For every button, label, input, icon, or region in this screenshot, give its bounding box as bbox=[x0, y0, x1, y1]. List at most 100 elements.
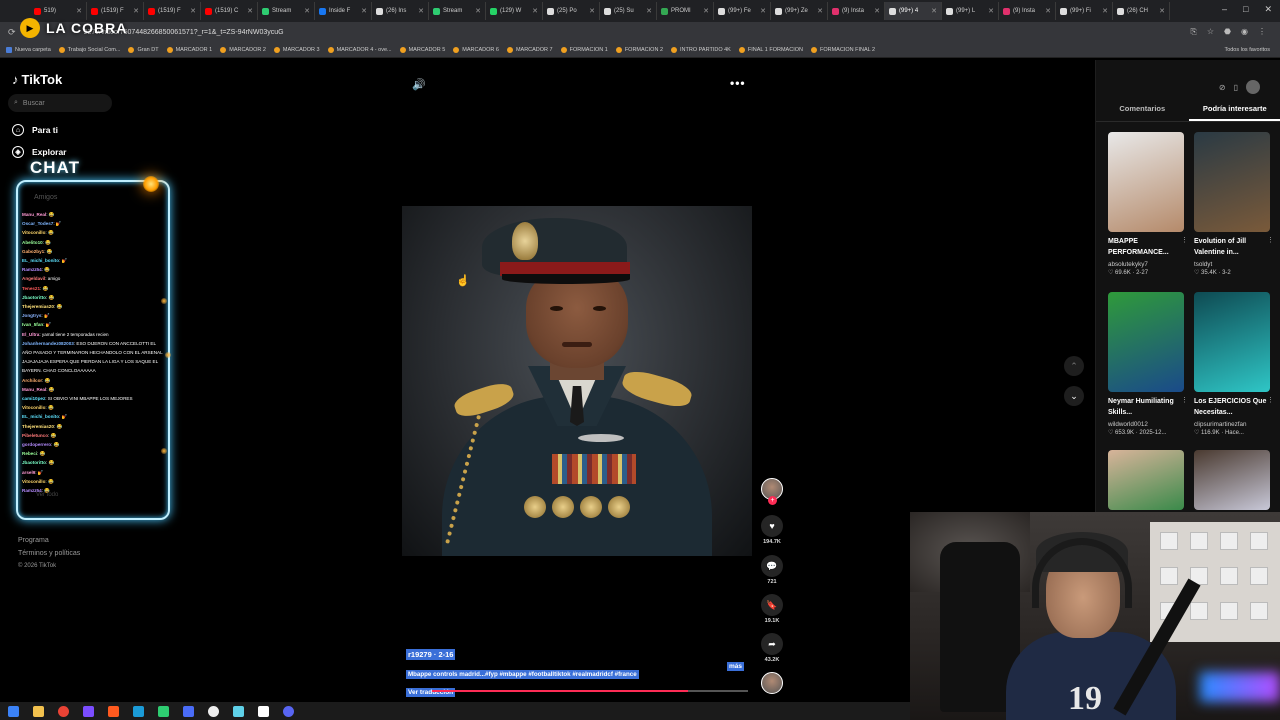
video-thumbnail[interactable] bbox=[1194, 132, 1270, 232]
close-tab-icon[interactable]: ✕ bbox=[76, 7, 82, 15]
video-progress-bar[interactable] bbox=[432, 690, 748, 692]
card-more-icon[interactable]: ⋮ bbox=[1267, 396, 1274, 404]
bookmark-item[interactable]: Gran DT bbox=[128, 46, 159, 53]
close-tab-icon[interactable]: ✕ bbox=[988, 7, 994, 15]
close-tab-icon[interactable]: ✕ bbox=[589, 7, 595, 15]
bookmark-item[interactable]: MARCADOR 5 bbox=[399, 46, 445, 53]
browser-tab[interactable]: Stream ✕ bbox=[258, 2, 315, 20]
volume-icon[interactable]: 🔊 bbox=[412, 78, 426, 91]
chrome-icon[interactable] bbox=[58, 705, 69, 717]
like-button[interactable]: ♥ 194.7K bbox=[760, 515, 784, 545]
app-icon[interactable] bbox=[83, 705, 94, 717]
bookmark-item[interactable]: MARCADOR 3 bbox=[273, 46, 320, 53]
reload-icon[interactable]: ⟳ bbox=[8, 27, 16, 38]
bookmark-item[interactable]: MARCADOR 1 bbox=[166, 46, 212, 53]
browser-tab[interactable]: (25) Su ✕ bbox=[600, 2, 657, 20]
browser-tab[interactable]: (26) Ins ✕ bbox=[372, 2, 429, 20]
program-link[interactable]: Programa bbox=[18, 534, 80, 547]
close-tab-icon[interactable]: ✕ bbox=[475, 7, 481, 15]
install-icon[interactable]: ⎘ bbox=[1190, 27, 1196, 37]
bookmark-item[interactable]: MARCADOR 2 bbox=[220, 46, 266, 53]
suggested-video-card[interactable] bbox=[1108, 450, 1184, 510]
app-icon[interactable] bbox=[233, 705, 244, 717]
start-icon[interactable] bbox=[8, 705, 19, 717]
suggested-video-card[interactable]: Evolution of Jill Valentine in... tsoldyt… bbox=[1194, 132, 1274, 276]
sidebar-item-for-you[interactable]: ⌂ Para ti bbox=[12, 124, 58, 136]
terms-link[interactable]: Términos y políticas bbox=[18, 547, 80, 560]
more-options-icon[interactable]: ••• bbox=[730, 76, 746, 90]
close-tab-icon[interactable]: ✕ bbox=[760, 7, 766, 15]
bookmark-item[interactable]: FORMACION 2 bbox=[615, 46, 663, 53]
browser-tab[interactable]: (26) CH ✕ bbox=[1113, 2, 1170, 20]
close-tab-icon[interactable]: ✕ bbox=[1102, 7, 1108, 15]
bookmark-item[interactable]: Trabajo Social Com... bbox=[58, 46, 120, 53]
close-tab-icon[interactable]: ✕ bbox=[247, 7, 253, 15]
browser-tab[interactable]: (1519) F ✕ bbox=[144, 2, 201, 20]
close-tab-icon[interactable]: ✕ bbox=[874, 7, 880, 15]
previous-video-button[interactable]: ⌃ bbox=[1064, 356, 1084, 376]
browser-tab[interactable]: (9) Insta ✕ bbox=[828, 2, 885, 20]
browser-tab[interactable]: (99+) Fi ✕ bbox=[1056, 2, 1113, 20]
profile-avatar[interactable] bbox=[1246, 80, 1260, 94]
minimize-icon[interactable]: – bbox=[1222, 4, 1227, 15]
browser-tab[interactable]: Inside F ✕ bbox=[315, 2, 372, 20]
close-tab-icon[interactable]: ✕ bbox=[133, 7, 139, 15]
bookmark-item[interactable]: MARCADOR 7 bbox=[506, 46, 553, 53]
see-all-link[interactable]: Ver todo bbox=[36, 492, 58, 498]
all-favorites-link[interactable]: Todos los favoritos bbox=[1224, 47, 1270, 53]
bookmark-item[interactable]: Nueva carpeta bbox=[6, 46, 51, 53]
comment-button[interactable]: 💬 721 bbox=[760, 555, 784, 585]
close-tab-icon[interactable]: ✕ bbox=[931, 7, 937, 15]
tiktok-logo[interactable]: ♪ TikTok bbox=[12, 72, 62, 87]
video-player[interactable] bbox=[402, 206, 752, 556]
device-icon[interactable]: ▯ bbox=[1234, 83, 1238, 92]
music-disc-button[interactable] bbox=[760, 672, 784, 694]
close-tab-icon[interactable]: ✕ bbox=[304, 7, 310, 15]
video-thumbnail[interactable] bbox=[1108, 450, 1184, 510]
card-title[interactable]: Neymar Humiliating Skills... bbox=[1108, 396, 1184, 420]
app-icon[interactable] bbox=[158, 705, 169, 717]
maximize-icon[interactable]: □ bbox=[1243, 4, 1248, 15]
follow-plus-icon[interactable]: + bbox=[768, 496, 777, 505]
close-tab-icon[interactable]: ✕ bbox=[1159, 7, 1165, 15]
suggested-video-card[interactable]: Neymar Humiliating Skills... wildworld001… bbox=[1108, 292, 1188, 436]
card-title[interactable]: Los EJERCICIOS Que Necesitas... bbox=[1194, 396, 1270, 420]
browser-tab[interactable]: (129) W ✕ bbox=[486, 2, 543, 20]
video-thumbnail[interactable] bbox=[1194, 450, 1270, 510]
card-more-icon[interactable]: ⋮ bbox=[1267, 236, 1274, 244]
bookmark-item[interactable]: MARCADOR 4 - ove... bbox=[327, 46, 392, 53]
video-author-date[interactable]: r19279 · 2-16 bbox=[406, 649, 456, 660]
suggested-video-card[interactable]: MBAPPE PERFORMANCE... absolutekyky7 ♡ 69.6… bbox=[1108, 132, 1188, 276]
browser-tab[interactable]: (9) Insta ✕ bbox=[999, 2, 1056, 20]
video-thumbnail[interactable] bbox=[1108, 132, 1184, 232]
search-input[interactable]: ⌕ Buscar bbox=[8, 94, 112, 112]
tab-suggested[interactable]: Podría interesarte bbox=[1188, 100, 1280, 121]
discord-icon[interactable] bbox=[283, 705, 294, 717]
suggested-video-card[interactable] bbox=[1194, 450, 1270, 510]
app-icon[interactable] bbox=[183, 705, 194, 717]
close-tab-icon[interactable]: ✕ bbox=[532, 7, 538, 15]
browser-tab[interactable]: (25) Po ✕ bbox=[543, 2, 600, 20]
creator-avatar-button[interactable]: + bbox=[760, 478, 784, 505]
file-explorer-icon[interactable] bbox=[33, 705, 44, 717]
browser-tab[interactable]: PROMI ✕ bbox=[657, 2, 714, 20]
bookmark-item[interactable]: FORMACION FINAL 2 bbox=[810, 46, 875, 53]
video-thumbnail[interactable] bbox=[1194, 292, 1270, 392]
card-title[interactable]: MBAPPE PERFORMANCE... bbox=[1108, 236, 1184, 260]
steam-icon[interactable] bbox=[133, 705, 144, 717]
compass-small-icon[interactable]: ⊘ bbox=[1219, 83, 1226, 92]
sidebar-item-explore[interactable]: ◈ Explorar bbox=[12, 146, 67, 158]
browser-tab[interactable]: (99+) 4 ✕ bbox=[885, 2, 942, 20]
close-tab-icon[interactable]: ✕ bbox=[361, 7, 367, 15]
card-username[interactable]: wildworld0012 bbox=[1108, 421, 1184, 428]
video-thumbnail[interactable] bbox=[1108, 292, 1184, 392]
browser-tab[interactable]: (1519) C ✕ bbox=[201, 2, 258, 20]
card-username[interactable]: clipsurimartinezfan bbox=[1194, 421, 1270, 428]
browser-tab[interactable]: (99+) L ✕ bbox=[942, 2, 999, 20]
close-tab-icon[interactable]: ✕ bbox=[190, 7, 196, 15]
close-tab-icon[interactable]: ✕ bbox=[646, 7, 652, 15]
bookmark-item[interactable]: INTRO PARTIDO 4K bbox=[671, 46, 731, 53]
close-tab-icon[interactable]: ✕ bbox=[817, 7, 823, 15]
app-icon[interactable] bbox=[108, 705, 119, 717]
menu-icon[interactable]: ⋮ bbox=[1258, 27, 1266, 37]
